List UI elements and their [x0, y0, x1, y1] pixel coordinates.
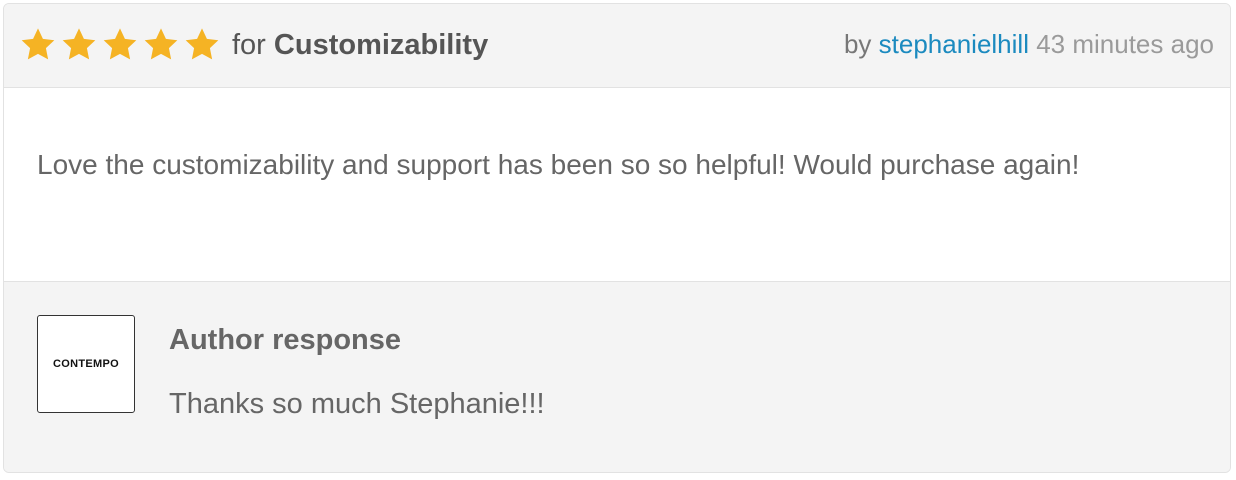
star-icon: [101, 26, 139, 64]
review-body: Love the customizability and support has…: [4, 88, 1230, 282]
star-icon: [60, 26, 98, 64]
star-icon: [19, 26, 57, 64]
author-response-text: Thanks so much Stephanie!!!: [169, 388, 545, 420]
author-response: CONTEMPO Author response Thanks so much …: [4, 282, 1230, 472]
author-logo-text: CONTEMPO: [53, 358, 119, 370]
review-timestamp: 43 minutes ago: [1036, 29, 1214, 59]
for-label: for: [232, 29, 266, 61]
star-icon: [142, 26, 180, 64]
review-header: for Customizability by stephanielhill 43…: [4, 4, 1230, 88]
star-rating: [19, 26, 221, 64]
star-icon: [183, 26, 221, 64]
rating-category: Customizability: [273, 29, 489, 61]
review-byline: by stephanielhill 43 minutes ago: [844, 25, 1214, 63]
review-text: Love the customizability and support has…: [37, 149, 1080, 180]
by-label: by: [843, 29, 872, 59]
reviewer-username-link[interactable]: stephanielhill: [879, 29, 1029, 59]
review-card: for Customizability by stephanielhill 43…: [3, 3, 1231, 473]
rating-category-line: for Customizability: [232, 26, 488, 64]
author-avatar[interactable]: CONTEMPO: [37, 315, 135, 413]
author-response-title: Author response: [169, 324, 402, 356]
